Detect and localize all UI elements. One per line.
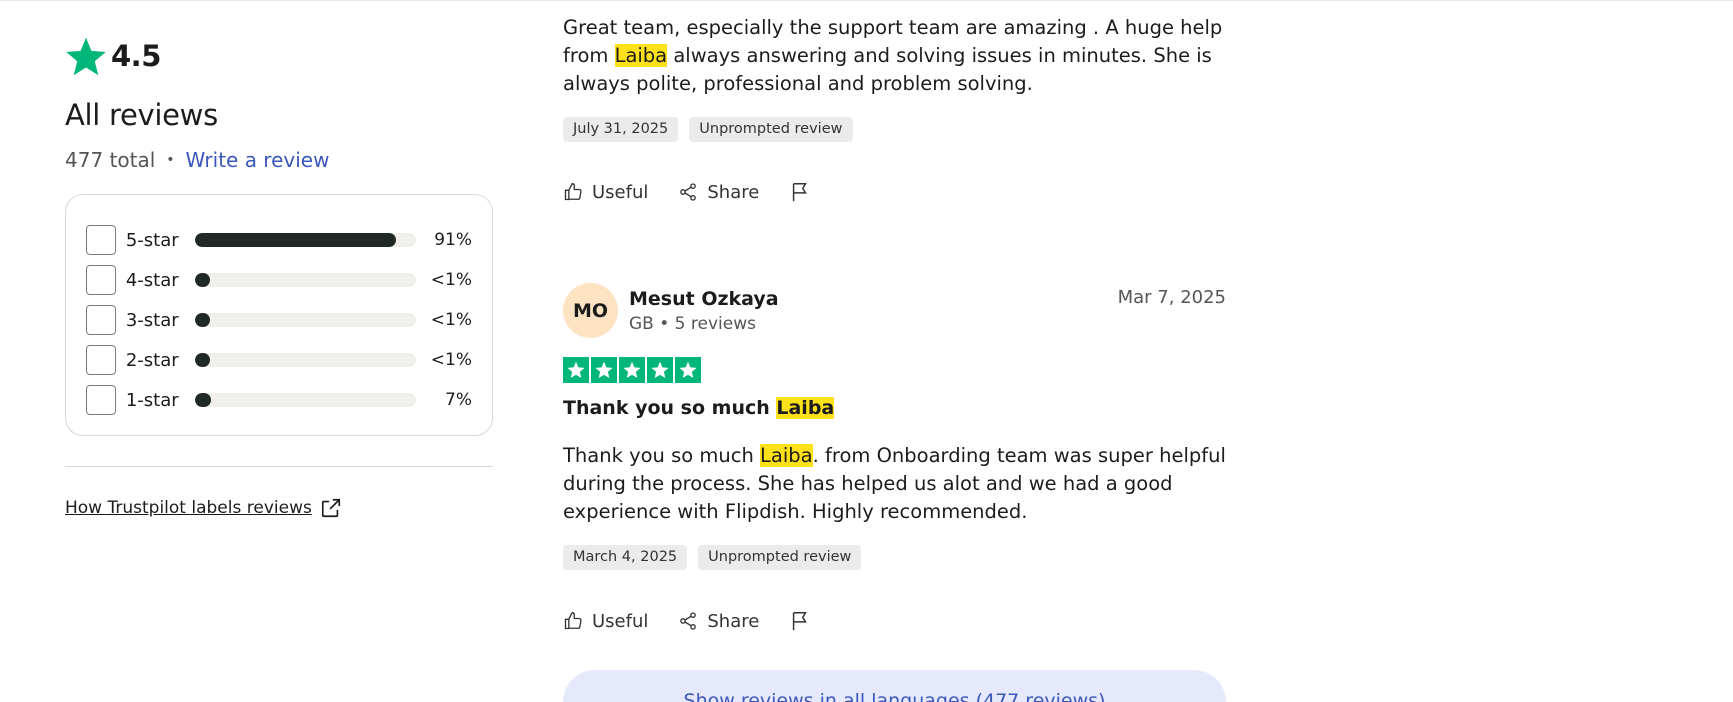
useful-label: Useful (592, 610, 649, 632)
share-icon (680, 612, 697, 630)
unprompted-review-tag[interactable]: Unprompted review (698, 545, 862, 570)
external-link-icon (321, 498, 340, 518)
percent-label: <1% (430, 350, 472, 370)
review-totals: 477 total • Write a review (65, 148, 493, 172)
review-actions: Useful Share (563, 610, 1226, 632)
filter-row-1-star[interactable]: 1-star 7% (86, 380, 472, 420)
review-card: Great team, especially the support team … (563, 14, 1226, 98)
unprompted-review-tag[interactable]: Unprompted review (689, 117, 853, 142)
page-title: All reviews (65, 98, 218, 132)
review-body: Thank you so much Laiba. from Onboarding… (563, 442, 1226, 526)
flag-icon (793, 183, 808, 202)
review-actions: Useful Share (563, 181, 1226, 203)
review-text-part: Thank you so much (563, 444, 761, 467)
star-label: 1-star (125, 389, 179, 411)
share-button[interactable]: Share (678, 182, 759, 203)
overall-rating: 4.5 (65, 30, 493, 82)
distribution-bar (195, 273, 417, 287)
distribution-bar (195, 313, 417, 327)
thumbs-up-icon (564, 611, 582, 630)
useful-button[interactable]: Useful (563, 182, 648, 203)
useful-button[interactable]: Useful (563, 611, 648, 632)
filter-row-4-star[interactable]: 4-star <1% (86, 260, 472, 300)
write-review-link[interactable]: Write a review (186, 148, 330, 172)
distribution-bar-fill (195, 313, 211, 327)
share-icon (680, 183, 697, 201)
review-tags: March 4, 2025 Unprompted review (563, 545, 1226, 570)
reviewer-meta: GB • 5 reviews (629, 313, 756, 334)
report-button[interactable] (789, 610, 820, 632)
date-of-experience-tag: July 31, 2025 (563, 117, 679, 142)
review-heading[interactable]: Thank you so much Laiba (563, 397, 1226, 419)
percent-label: 91% (434, 230, 472, 250)
separator: • (166, 152, 175, 168)
rating-summary-sidebar: 4.5 All reviews 477 total • Write a revi… (65, 30, 493, 519)
report-button[interactable] (789, 181, 820, 203)
date-of-experience-tag: March 4, 2025 (563, 545, 688, 570)
labels-link-text: How Trustpilot labels reviews (65, 498, 312, 518)
star-label: 4-star (125, 269, 179, 291)
review-body: Great team, especially the support team … (563, 14, 1226, 98)
how-labels-reviews-link[interactable]: How Trustpilot labels reviews (65, 497, 493, 519)
distribution-bar-fill (195, 353, 211, 367)
highlighted-keyword: Laiba (760, 444, 813, 467)
star-icon (66, 37, 106, 76)
top-divider (0, 0, 1733, 1)
title-text-part: Thank you so much (563, 397, 777, 419)
star-rating (563, 357, 1226, 383)
star-icon (563, 357, 589, 383)
star-icon (591, 357, 617, 383)
rating-value: 4.5 (111, 39, 161, 73)
star-label: 5-star (125, 229, 179, 251)
sidebar-divider (65, 466, 493, 467)
star-filter-box: 5-star 91% 4-star <1% 3-star <1% 2-star … (65, 194, 493, 436)
distribution-bar-fill (195, 233, 397, 247)
filter-row-3-star[interactable]: 3-star <1% (86, 300, 472, 340)
show-all-languages-button[interactable]: Show reviews in all languages (477 revie… (563, 670, 1226, 702)
avatar[interactable]: MO (563, 283, 618, 338)
total-count: 477 total (65, 148, 156, 172)
review-tags: July 31, 2025 Unprompted review (563, 117, 1226, 142)
checkbox[interactable] (86, 305, 116, 335)
distribution-bar (195, 233, 417, 247)
star-label: 3-star (125, 309, 179, 331)
reviewer-name[interactable]: Mesut Ozkaya (629, 288, 779, 310)
reviewer-header: MO Mesut Ozkaya GB • 5 reviews Mar 7, 20… (563, 283, 1226, 338)
distribution-bar-fill (195, 273, 211, 287)
checkbox[interactable] (86, 225, 116, 255)
share-button[interactable]: Share (678, 611, 759, 632)
highlighted-keyword: Laiba (614, 44, 668, 67)
flag-icon (793, 612, 808, 631)
thumbs-up-icon (564, 182, 582, 201)
percent-label: <1% (430, 310, 472, 330)
share-label: Share (707, 181, 760, 203)
star-label: 2-star (125, 349, 179, 371)
star-icon (647, 357, 673, 383)
share-label: Share (707, 610, 760, 632)
checkbox[interactable] (86, 385, 116, 415)
useful-label: Useful (592, 181, 649, 203)
filter-row-2-star[interactable]: 2-star <1% (86, 340, 472, 380)
checkbox[interactable] (86, 345, 116, 375)
checkbox[interactable] (86, 265, 116, 295)
percent-label: <1% (430, 270, 472, 290)
review-title: Thank you so much Laiba (563, 397, 1226, 419)
filter-row-5-star[interactable]: 5-star 91% (86, 220, 472, 260)
distribution-bar (195, 393, 417, 407)
distribution-bar-fill (195, 393, 211, 407)
review-date: Mar 7, 2025 (1117, 287, 1226, 308)
review-card: Thank you so much Laiba. from Onboarding… (563, 442, 1226, 526)
percent-label: 7% (445, 390, 472, 410)
star-icon (675, 357, 701, 383)
distribution-bar (195, 353, 417, 367)
highlighted-keyword: Laiba (776, 397, 835, 419)
star-icon (619, 357, 645, 383)
